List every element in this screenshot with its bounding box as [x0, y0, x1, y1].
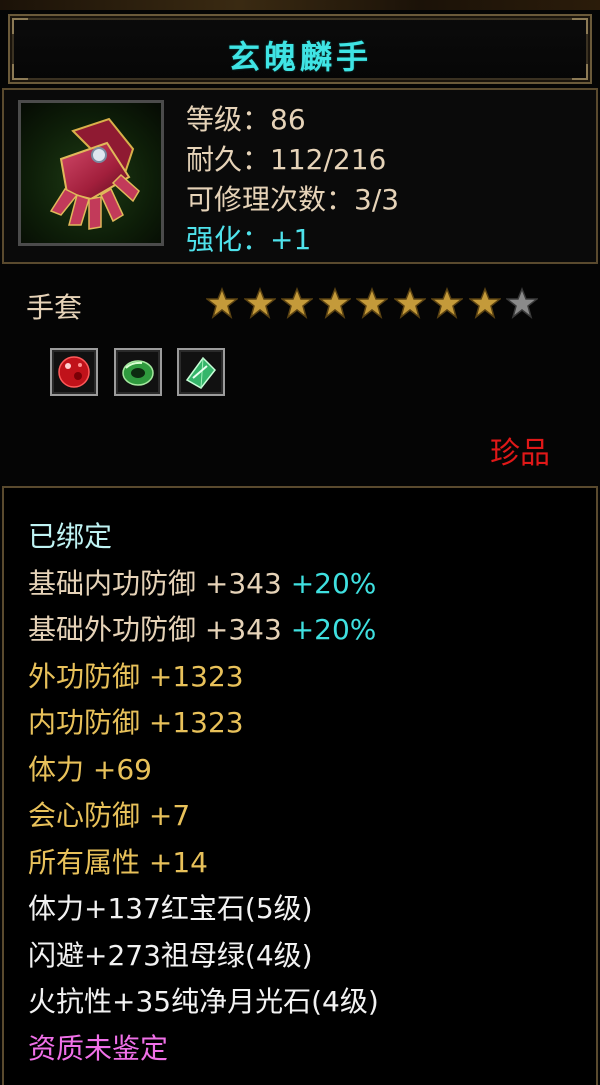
item-tooltip: 玄魄麟手 等级：86 耐久：112/216 可修理次数：3/3 强化：+1 手套… [0, 0, 600, 1085]
attribute-panel: 已绑定 基础内功防御 +343 +20% 基础外功防御 +343 +20% 外功… [2, 486, 598, 1085]
gem-effect: 火抗性+35纯净月光石(4级) [28, 985, 379, 1018]
green-crystal-gem-icon[interactable] [177, 348, 225, 396]
bonus-attr: 会心防御 +7 [28, 799, 191, 832]
base-inner-defense: 基础内功防御 +343 +20% [28, 561, 379, 608]
top-border-strip [0, 0, 600, 10]
star-filled-icon [281, 287, 313, 319]
star-filled-icon [243, 287, 276, 319]
bound-status: 已绑定 [28, 520, 113, 553]
gem-effect: 体力+137红宝石(5级) [28, 892, 313, 925]
quality-status: 资质未鉴定 [28, 1031, 169, 1065]
bonus-attr: 内功防御 +1323 [28, 706, 244, 739]
bonus-attr: 外功防御 +1323 [28, 659, 244, 693]
star-filled-icon [431, 287, 463, 319]
star-filled-icon [206, 287, 238, 319]
base-attr-percent: +20% [290, 566, 377, 600]
base-attr-percent: +20% [290, 613, 377, 646]
repair-count-stat: 可修理次数：3/3 [186, 183, 400, 216]
attribute-list: 已绑定 基础内功防御 +343 +20% 基础外功防御 +343 +20% 外功… [28, 514, 379, 1072]
bonus-attr: 所有属性 +14 [28, 845, 208, 879]
durability-stat: 耐久：112/216 [186, 143, 387, 176]
bonus-attr: 体力 +69 [28, 752, 152, 786]
red-gauntlet-icon [18, 100, 164, 246]
emerald-ring-gem-icon[interactable] [114, 348, 162, 396]
enhance-stat: 强化：+1 [186, 223, 312, 256]
level-stat: 等级：86 [186, 103, 306, 136]
item-name: 玄魄麟手 [227, 38, 372, 76]
base-outer-defense: 基础外功防御 +343 +20% [28, 607, 379, 654]
star-filled-icon [356, 287, 388, 319]
star-filled-icon [393, 287, 426, 319]
title-bar: 玄魄麟手 [8, 14, 592, 84]
star-filled-icon [468, 287, 501, 319]
item-stats: 等级：86 耐久：112/216 可修理次数：3/3 强化：+1 [186, 100, 399, 260]
ruby-gem-icon[interactable] [50, 348, 98, 396]
base-attr-text: 基础内功防御 +343 [28, 566, 291, 600]
base-attr-text: 基础外功防御 +343 [28, 613, 291, 646]
item-type: 手套 [26, 291, 83, 324]
rarity-label: 珍品 [490, 436, 550, 471]
item-info-panel: 等级：86 耐久：112/216 可修理次数：3/3 强化：+1 [2, 88, 598, 264]
star-filled-icon [318, 287, 351, 319]
gem-effect: 闪避+273祖母绿(4级) [28, 938, 313, 972]
star-empty-icon [506, 287, 538, 319]
